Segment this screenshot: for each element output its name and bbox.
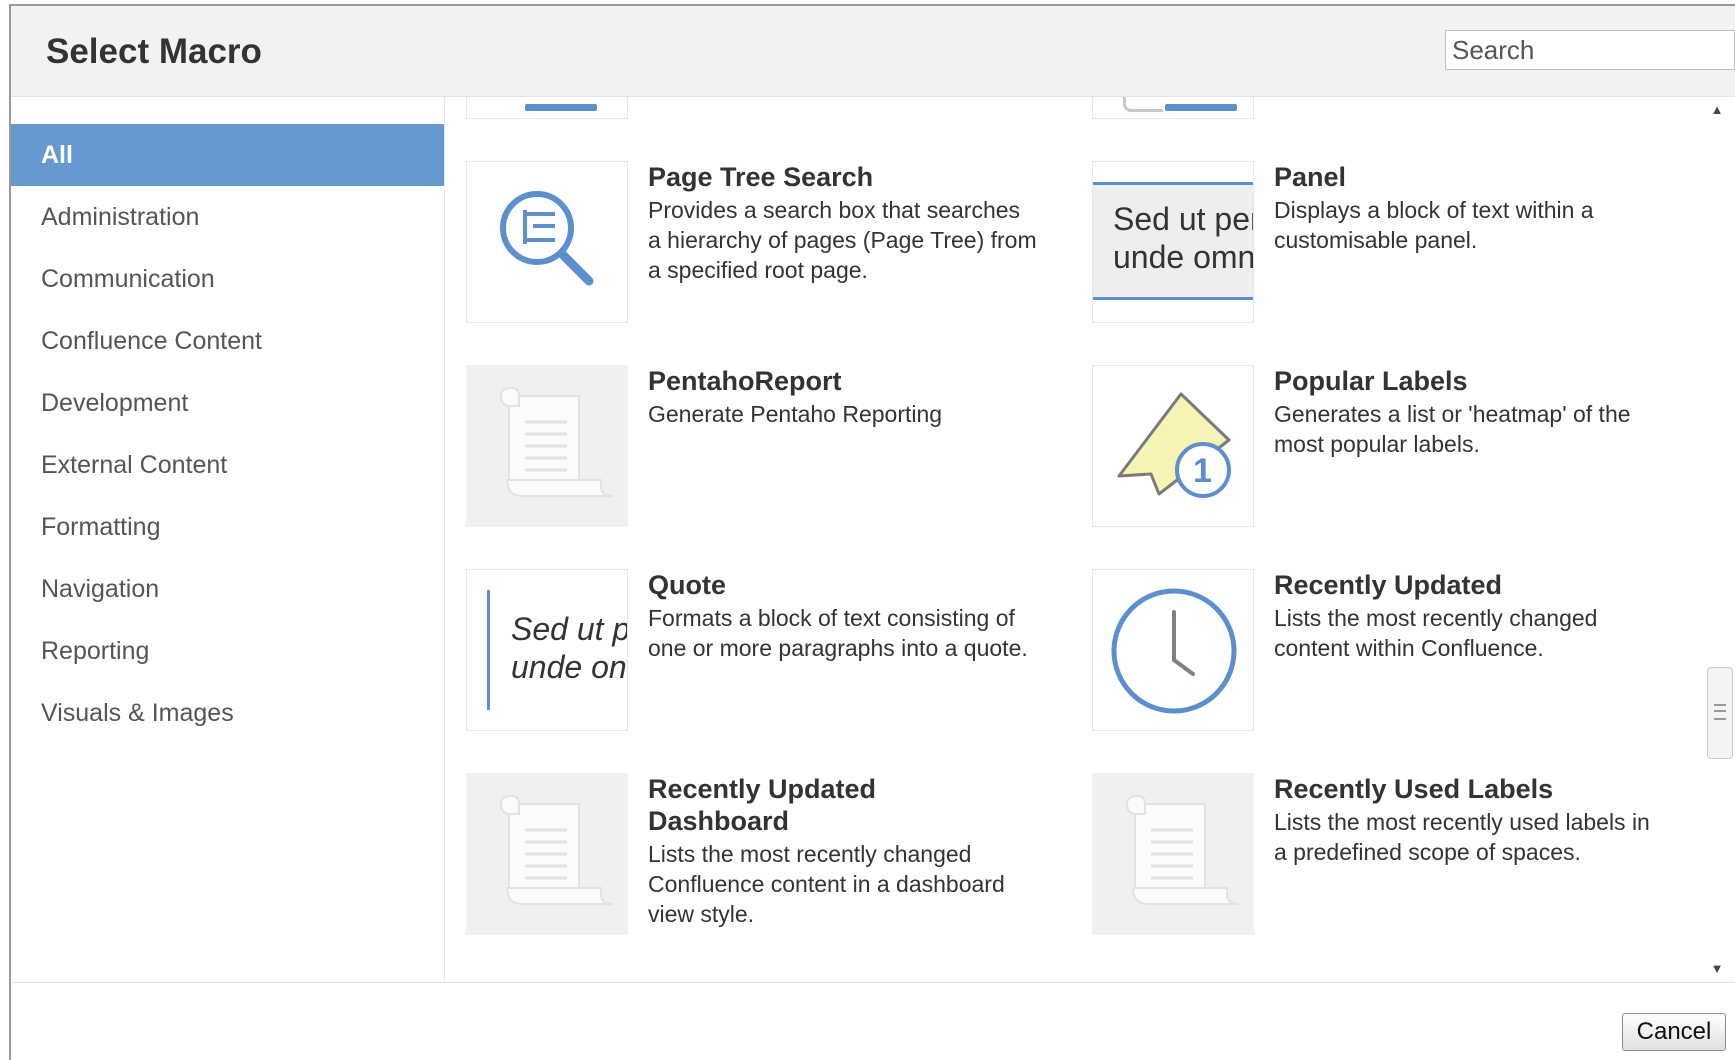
panel-preview-line: unde omn	[1113, 239, 1254, 275]
scroll-icon	[1092, 773, 1254, 935]
macro-description: Lists the most recently changed content …	[1274, 605, 1598, 661]
panel-preview: Sed ut per unde omn	[1092, 161, 1254, 323]
quote-preview-line: Sed ut p	[511, 611, 628, 647]
macro-item-recently-updated-dashboard[interactable]: Recently Updated Dashboard Lists the mos…	[466, 773, 1066, 943]
macro-name: Recently Updated Dashboard	[648, 774, 877, 836]
category-development[interactable]: Development	[11, 372, 444, 434]
macro-item-recently-updated[interactable]: Recently Updated Lists the most recently…	[1092, 569, 1692, 739]
scrollbar-thumb[interactable]	[1707, 667, 1733, 759]
macro-list[interactable]: Page Tree Search Provides a search box t…	[445, 97, 1698, 982]
page-tree-search-icon	[466, 161, 628, 323]
macro-item-pentahoreport[interactable]: PentahoReport Generate Pentaho Reporting	[466, 365, 1066, 535]
macro-description: Generates a list or 'heatmap' of the mos…	[1274, 401, 1631, 457]
macro-item-panel[interactable]: Sed ut per unde omn Panel Displays a blo…	[1092, 161, 1692, 331]
category-visuals-images[interactable]: Visuals & Images	[11, 682, 444, 744]
scroll-icon	[466, 773, 628, 935]
macro-item-partial[interactable]	[466, 97, 1066, 127]
macro-item-popular-labels[interactable]: 1 Popular Labels Generates a list or 'he…	[1092, 365, 1692, 535]
macro-description: Displays a block of text within a custom…	[1274, 197, 1594, 253]
clock-icon	[1092, 569, 1254, 731]
macro-name: Popular Labels	[1274, 366, 1468, 396]
category-reporting[interactable]: Reporting	[11, 620, 444, 682]
macro-thumbnail	[1092, 97, 1254, 119]
category-communication[interactable]: Communication	[11, 248, 444, 310]
cancel-button[interactable]: Cancel	[1622, 1013, 1726, 1051]
category-confluence-content[interactable]: Confluence Content	[11, 310, 444, 372]
label-ribbon-icon: 1	[1092, 365, 1254, 527]
dialog-title: Select Macro	[46, 32, 262, 71]
category-external-content[interactable]: External Content	[11, 434, 444, 496]
category-administration[interactable]: Administration	[11, 186, 444, 248]
popular-labels-badge: 1	[1193, 452, 1212, 490]
scroll-down-icon[interactable]: ▼	[1699, 956, 1735, 982]
category-sidebar: All Administration Communication Conflue…	[11, 97, 445, 982]
macro-item-recently-used-labels[interactable]: Recently Used Labels Lists the most rece…	[1092, 773, 1692, 943]
macro-name: Page Tree Search	[648, 162, 874, 192]
grip-icon	[1714, 704, 1726, 720]
macro-description: Formats a block of text consisting of on…	[648, 605, 1028, 661]
macro-description: Lists the most recently used labels in a…	[1274, 809, 1650, 865]
dialog-footer: Cancel	[11, 982, 1735, 1060]
macro-description: Provides a search box that searches a hi…	[648, 197, 1037, 283]
macro-name: Recently Used Labels	[1274, 774, 1554, 804]
search-input[interactable]	[1445, 30, 1735, 70]
macro-item-partial[interactable]	[1092, 97, 1692, 127]
macro-name: Panel	[1274, 162, 1347, 192]
quote-preview-line: unde on	[511, 649, 627, 685]
macro-thumbnail	[466, 97, 628, 119]
select-macro-dialog: Select Macro All Administration Communic…	[9, 4, 1735, 1060]
quote-preview: Sed ut p unde on	[466, 569, 628, 731]
macro-name: Quote	[648, 570, 726, 600]
dialog-header: Select Macro	[11, 6, 1735, 97]
category-formatting[interactable]: Formatting	[11, 496, 444, 558]
macro-list-scrollbar[interactable]: ▲ ▼	[1699, 97, 1735, 982]
category-navigation[interactable]: Navigation	[11, 558, 444, 620]
macro-name: Recently Updated	[1274, 570, 1503, 600]
macro-description: Lists the most recently changed Confluen…	[648, 841, 1005, 927]
scroll-up-icon[interactable]: ▲	[1699, 97, 1735, 123]
macro-item-quote[interactable]: Sed ut p unde on Quote Formats a block o…	[466, 569, 1066, 739]
category-all[interactable]: All	[11, 124, 444, 186]
macro-description: Generate Pentaho Reporting	[648, 401, 943, 427]
macro-name: PentahoReport	[648, 366, 842, 396]
scroll-icon	[466, 365, 628, 527]
panel-preview-line: Sed ut per	[1113, 201, 1254, 237]
macro-item-page-tree-search[interactable]: Page Tree Search Provides a search box t…	[466, 161, 1066, 331]
